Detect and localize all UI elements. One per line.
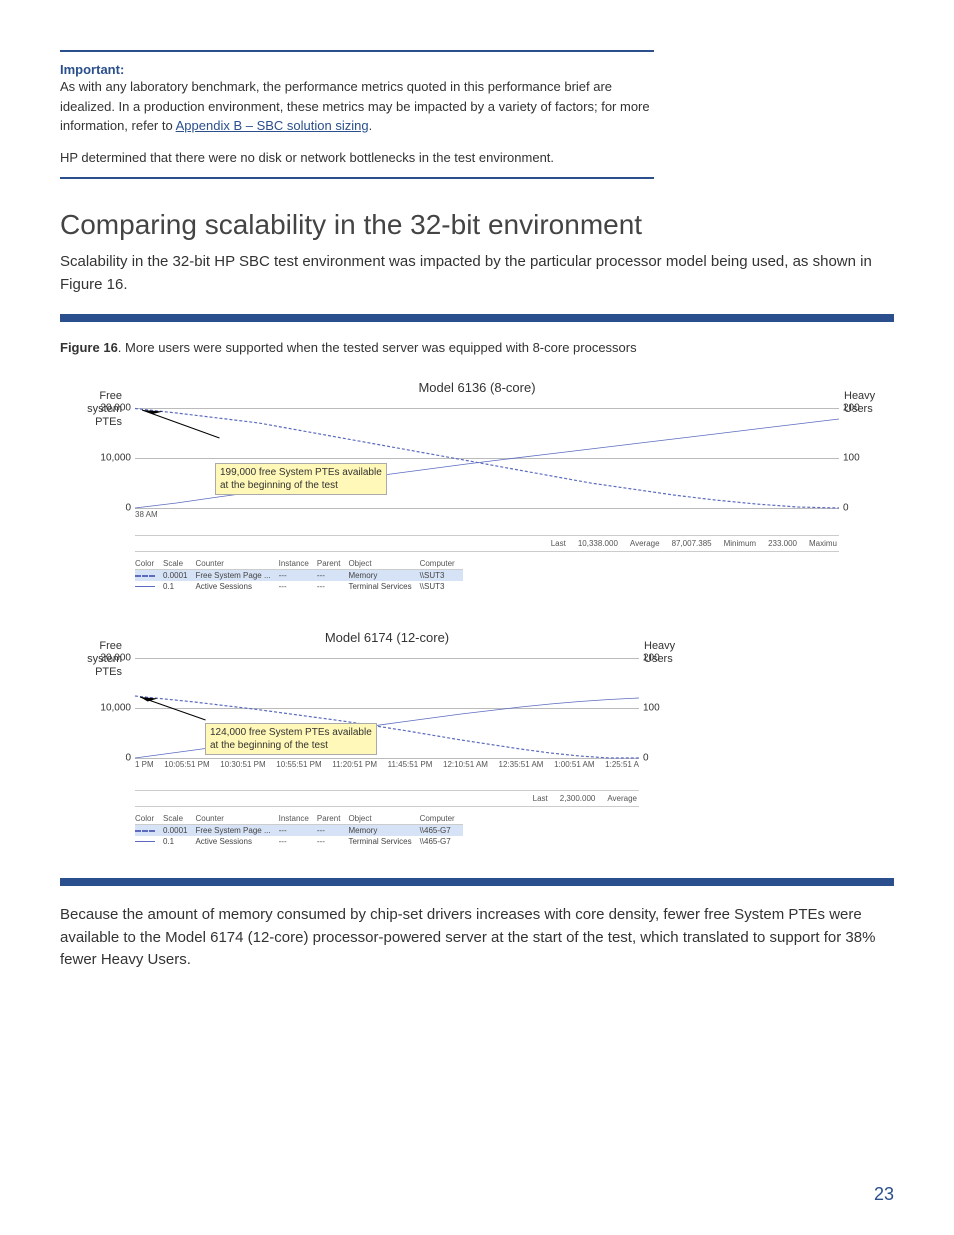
x-labels-1: 38 AM: [135, 508, 839, 519]
section-intro: Scalability in the 32-bit HP SBC test en…: [60, 251, 894, 296]
chart-title-2: Model 6174 (12-core): [135, 630, 639, 645]
legend-row: 0.1 Active Sessions --- --- Terminal Ser…: [135, 836, 463, 847]
figure-16: Model 6136 (8-core) Freesystem PTEs Heav…: [60, 380, 894, 860]
important-label: Important:: [60, 62, 654, 77]
important-followup: HP determined that there were no disk or…: [60, 148, 654, 168]
ytick: 20,000: [100, 653, 131, 664]
callout-1: 199,000 free System PTEs availableat the…: [215, 463, 387, 495]
legend-2: Color Scale Counter Instance Parent Obje…: [135, 813, 463, 847]
legend-row: 0.0001 Free System Page ... --- --- Memo…: [135, 825, 463, 837]
important-after-link: .: [369, 118, 373, 133]
chart-6174: Model 6174 (12-core) Freesystem PTEs Hea…: [60, 630, 794, 860]
swatch-icon: [135, 586, 155, 587]
chart-title-1: Model 6136 (8-core): [60, 380, 894, 395]
swatch-icon: [135, 575, 155, 577]
ytick-r: 0: [843, 503, 849, 514]
important-note: Important: As with any laboratory benchm…: [60, 50, 654, 179]
chart-6136: Model 6136 (8-core) Freesystem PTEs Heav…: [60, 380, 894, 600]
section-title: Comparing scalability in the 32-bit envi…: [60, 209, 894, 241]
ytick: 20,000: [100, 403, 131, 414]
divider-bar-bottom: [60, 878, 894, 886]
ytick-r: 100: [643, 703, 660, 714]
conclusion-text: Because the amount of memory consumed by…: [60, 904, 894, 972]
ytick-r: 0: [643, 753, 649, 764]
x-labels-2: 1 PM 10:05:51 PM 10:30:51 PM 10:55:51 PM…: [135, 758, 639, 769]
legend-row: 0.0001 Free System Page ... --- --- Memo…: [135, 570, 463, 582]
callout-2: 124,000 free System PTEs availableat the…: [205, 723, 377, 755]
page-number: 23: [874, 1184, 894, 1205]
appendix-link[interactable]: Appendix B – SBC solution sizing: [176, 118, 369, 133]
plot-area-2: 20,000 10,000 0 200 100 0 124,000 free S…: [135, 658, 639, 758]
figure-caption: Figure 16. More users were supported whe…: [60, 340, 894, 355]
legend-1: Color Scale Counter Instance Parent Obje…: [135, 558, 463, 592]
ytick: 10,000: [100, 703, 131, 714]
figure-label: Figure 16: [60, 340, 118, 355]
swatch-icon: [135, 830, 155, 832]
ytick: 0: [125, 503, 131, 514]
ytick-r: 100: [843, 453, 860, 464]
stats-row-1: Last10,338.000 Average87,007.385 Minimum…: [135, 535, 839, 552]
ytick: 0: [125, 753, 131, 764]
legend-row: 0.1 Active Sessions --- --- Terminal Ser…: [135, 581, 463, 592]
ytick-r: 200: [643, 653, 660, 664]
figure-caption-text: . More users were supported when the tes…: [118, 340, 637, 355]
plot-area-1: 20,000 10,000 0 200 100 0 199,000 free S…: [135, 408, 839, 508]
ytick-r: 200: [843, 403, 860, 414]
stats-row-2: Last2,300.000 Average: [135, 790, 639, 807]
ytick: 10,000: [100, 453, 131, 464]
divider-bar-top: [60, 314, 894, 322]
important-body: As with any laboratory benchmark, the pe…: [60, 77, 654, 136]
swatch-icon: [135, 841, 155, 842]
